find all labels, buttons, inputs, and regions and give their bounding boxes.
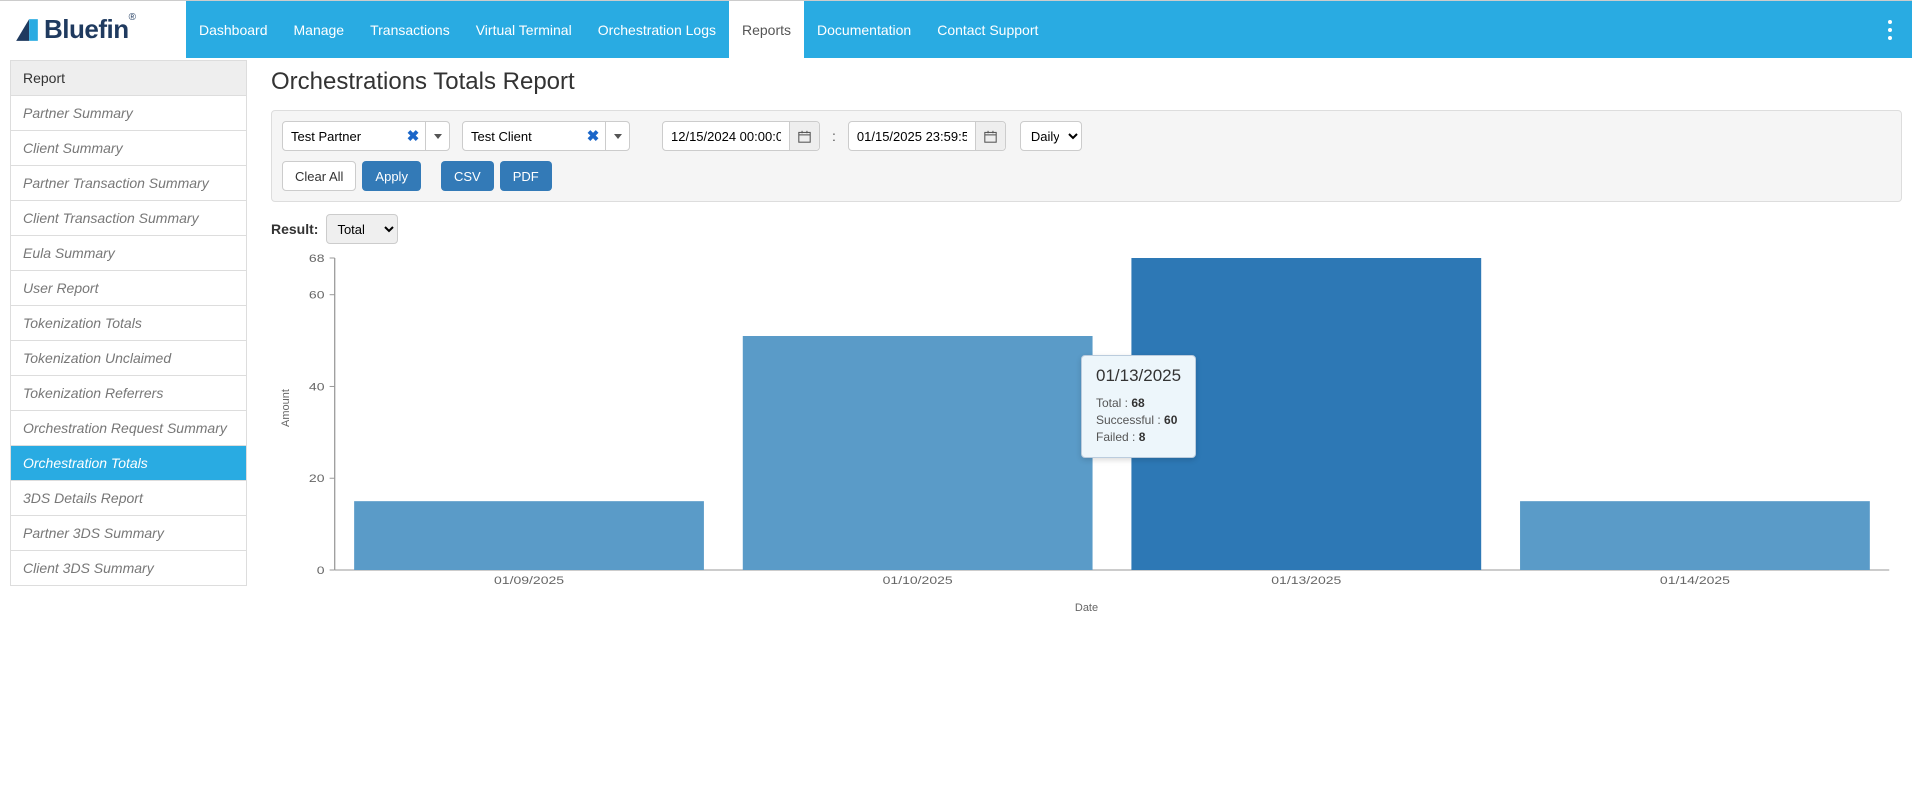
nav-item-manage[interactable]: Manage (281, 1, 358, 58)
svg-text:01/10/2025: 01/10/2025 (883, 574, 953, 586)
sidebar-item-tokenization-unclaimed[interactable]: Tokenization Unclaimed (10, 341, 247, 376)
client-input[interactable] (463, 122, 581, 150)
svg-text:01/09/2025: 01/09/2025 (494, 574, 564, 586)
svg-text:68: 68 (309, 252, 325, 264)
clear-all-button[interactable]: Clear All (282, 161, 356, 191)
nav-item-virtual-terminal[interactable]: Virtual Terminal (463, 1, 585, 58)
export-csv-button[interactable]: CSV (441, 161, 494, 191)
sidebar-item-orchestration-totals[interactable]: Orchestration Totals (10, 446, 247, 481)
bar-01/09/2025[interactable] (354, 501, 704, 570)
y-axis-label: Amount (280, 389, 292, 427)
svg-text:01/13/2025: 01/13/2025 (1271, 574, 1341, 586)
sidebar-item-tokenization-referrers[interactable]: Tokenization Referrers (10, 376, 247, 411)
sidebar-item-client-3ds-summary[interactable]: Client 3DS Summary (10, 551, 247, 586)
sidebar-item-3ds-details-report[interactable]: 3DS Details Report (10, 481, 247, 516)
bar-01/13/2025[interactable] (1131, 258, 1481, 570)
sidebar-item-partner-transaction-summary[interactable]: Partner Transaction Summary (10, 166, 247, 201)
sidebar-item-tokenization-totals[interactable]: Tokenization Totals (10, 306, 247, 341)
result-selector-row: Result: Total (271, 214, 1902, 244)
svg-text:60: 60 (309, 289, 325, 301)
nav-item-dashboard[interactable]: Dashboard (186, 1, 281, 58)
report-sidebar: Report Partner SummaryClient SummaryPart… (10, 60, 247, 614)
top-nav-bar: Bluefin ® DashboardManageTransactionsVir… (0, 0, 1912, 58)
brand-logo[interactable]: Bluefin ® (0, 1, 186, 58)
page-title: Orchestrations Totals Report (271, 68, 1902, 96)
date-from-field[interactable] (662, 121, 820, 151)
svg-text:0: 0 (317, 564, 325, 576)
nav-item-reports[interactable]: Reports (729, 1, 804, 58)
result-label: Result: (271, 221, 318, 237)
svg-text:01/14/2025: 01/14/2025 (1660, 574, 1730, 586)
bar-01/10/2025[interactable] (743, 336, 1093, 570)
sidebar-heading: Report (10, 60, 247, 96)
date-to-input[interactable] (849, 122, 975, 150)
brand-logo-icon (14, 17, 40, 43)
brand-name: Bluefin (44, 14, 129, 45)
date-from-input[interactable] (663, 122, 789, 150)
client-clear-icon[interactable]: ✖ (581, 122, 605, 150)
date-separator: : (832, 128, 836, 144)
nav-item-documentation[interactable]: Documentation (804, 1, 924, 58)
bar-chart[interactable]: 0 20 40 60 68 01/09/2025 01/10/2025 01/13/2025 0… (271, 250, 1902, 600)
result-select[interactable]: Total (326, 214, 398, 244)
chart-container: Amount 0 20 40 60 68 01/09/2025 01/10/2025 01/1… (271, 250, 1902, 614)
nav-item-contact-support[interactable]: Contact Support (924, 1, 1051, 58)
partner-clear-icon[interactable]: ✖ (401, 122, 425, 150)
sidebar-item-orchestration-request-summary[interactable]: Orchestration Request Summary (10, 411, 247, 446)
sidebar-item-client-summary[interactable]: Client Summary (10, 131, 247, 166)
nav-item-transactions[interactable]: Transactions (357, 1, 463, 58)
client-selector[interactable]: ✖ (462, 121, 630, 151)
svg-text:40: 40 (309, 381, 325, 393)
interval-select[interactable]: Daily (1020, 121, 1082, 151)
export-pdf-button[interactable]: PDF (500, 161, 552, 191)
sidebar-item-partner-3ds-summary[interactable]: Partner 3DS Summary (10, 516, 247, 551)
calendar-icon[interactable] (975, 122, 1005, 150)
kebab-icon (1888, 20, 1892, 40)
registered-mark: ® (129, 12, 136, 23)
sidebar-item-eula-summary[interactable]: Eula Summary (10, 236, 247, 271)
content-area: Orchestrations Totals Report ✖ ✖ (247, 58, 1902, 614)
filter-panel: ✖ ✖ : (271, 110, 1902, 202)
sidebar-item-partner-summary[interactable]: Partner Summary (10, 96, 247, 131)
partner-dropdown-icon[interactable] (425, 122, 449, 150)
sidebar-item-client-transaction-summary[interactable]: Client Transaction Summary (10, 201, 247, 236)
partner-input[interactable] (283, 122, 401, 150)
client-dropdown-icon[interactable] (605, 122, 629, 150)
primary-nav: DashboardManageTransactionsVirtual Termi… (186, 1, 1868, 58)
nav-item-orchestration-logs[interactable]: Orchestration Logs (585, 1, 729, 58)
bar-01/14/2025[interactable] (1520, 501, 1870, 570)
sidebar-item-user-report[interactable]: User Report (10, 271, 247, 306)
date-to-field[interactable] (848, 121, 1006, 151)
apply-button[interactable]: Apply (362, 161, 421, 191)
partner-selector[interactable]: ✖ (282, 121, 450, 151)
svg-text:20: 20 (309, 473, 325, 485)
calendar-icon[interactable] (789, 122, 819, 150)
overflow-menu-button[interactable] (1868, 1, 1912, 58)
x-axis-label: Date (271, 602, 1902, 614)
